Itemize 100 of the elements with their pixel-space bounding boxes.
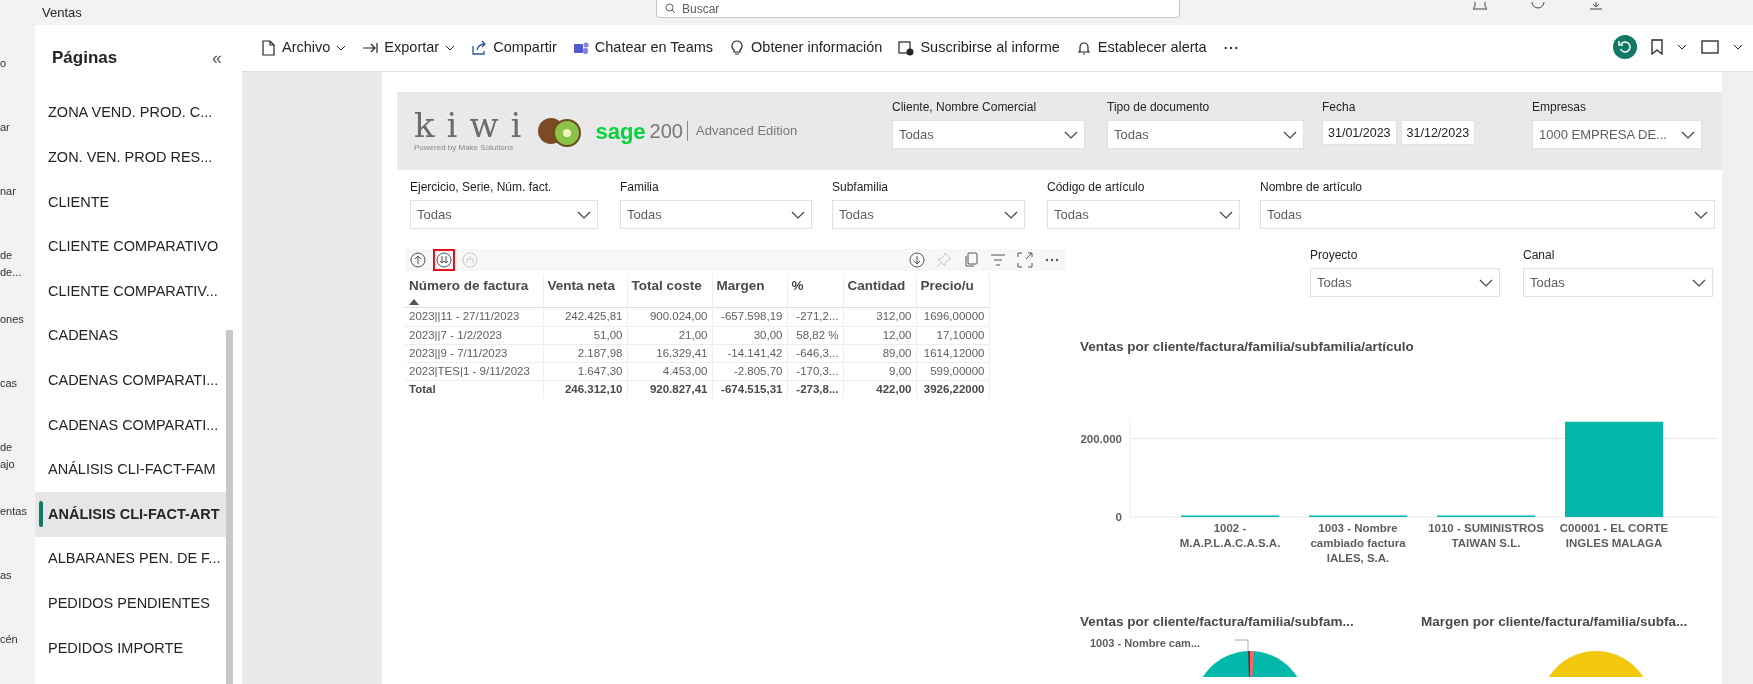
axis-category-label: C00001 - EL CORTE INGLES MALAGA bbox=[1558, 521, 1670, 552]
chevron-icon[interactable] bbox=[577, 210, 591, 219]
toolbar-button[interactable]: Chatear en Teams bbox=[564, 37, 722, 59]
axis-category-label: 1010 - SUMINISTROS TAIWAN S.L. bbox=[1427, 521, 1545, 552]
nav-label[interactable]: cén bbox=[0, 631, 35, 648]
table-cell: 9,00 bbox=[843, 362, 916, 381]
nav-label[interactable]: ajo bbox=[0, 456, 35, 473]
table-cell: 2.187,98 bbox=[543, 344, 627, 363]
toolbar-button[interactable]: Compartir bbox=[463, 37, 565, 59]
workspace-name[interactable]: Ventas bbox=[42, 2, 82, 23]
page-tab[interactable]: ZONA VEND. PROD. C... bbox=[35, 91, 228, 136]
total-cell: 246.312,10 bbox=[543, 380, 627, 399]
logo-wordmark: kiwi bbox=[414, 108, 534, 142]
table-cell: 12,00 bbox=[843, 326, 916, 345]
page-tab[interactable]: CLIENTE bbox=[35, 180, 228, 225]
column-header[interactable]: Número de factura bbox=[405, 274, 543, 308]
nav-label[interactable]: o bbox=[0, 55, 35, 72]
nav-label[interactable]: de... bbox=[0, 264, 35, 281]
column-header[interactable]: Margen bbox=[712, 274, 787, 308]
table-cell: 17,10000 bbox=[916, 326, 989, 345]
scrollbar-thumb[interactable] bbox=[226, 330, 233, 684]
chevron-icon[interactable] bbox=[1064, 130, 1078, 139]
nav-label[interactable]: as bbox=[0, 567, 35, 584]
chart-title: Ventas por cliente/factura/familia/subfam... bbox=[1080, 613, 1355, 632]
more-button[interactable]: ⋯ bbox=[1214, 36, 1247, 60]
chat-icon bbox=[572, 40, 589, 56]
nav-label[interactable]: entas bbox=[0, 503, 35, 520]
dropdown-field[interactable]: 1000 EMPRESA DE... bbox=[1532, 120, 1702, 149]
page-tab[interactable]: PEDIDOS PENDIENTES bbox=[35, 581, 228, 627]
chevron-icon[interactable] bbox=[1219, 210, 1233, 219]
total-cell: 422,00 bbox=[843, 380, 916, 399]
chevron-icon[interactable] bbox=[1479, 278, 1493, 287]
dropdown-field[interactable]: Todas bbox=[620, 200, 812, 229]
page-tab[interactable]: ANÁLISIS CLI-FACT-ART bbox=[35, 492, 228, 537]
caret-icon[interactable] bbox=[1677, 44, 1687, 50]
table-cell: 2023||9 - 7/11/2023 bbox=[405, 344, 543, 363]
scrollbar-track[interactable] bbox=[1722, 72, 1753, 684]
chevron-icon[interactable] bbox=[1004, 210, 1018, 219]
table-cell: -170,3... bbox=[787, 362, 843, 381]
slicer-label: Código de artículo bbox=[1047, 179, 1146, 196]
brand-logo: sage bbox=[595, 117, 646, 146]
bookmark-icon[interactable] bbox=[1651, 39, 1663, 55]
search-icon bbox=[665, 3, 676, 14]
chevron-icon[interactable] bbox=[1283, 130, 1297, 139]
chevron-icon[interactable] bbox=[791, 210, 805, 219]
chevron-icon[interactable] bbox=[1694, 210, 1708, 219]
page-tab[interactable]: ANÁLISIS CLI-FACT-FAM bbox=[35, 447, 228, 493]
toolbar-button[interactable]: Exportar bbox=[354, 37, 464, 59]
page-tab[interactable]: PEDIDOS IMPORTE bbox=[35, 626, 228, 671]
nav-label[interactable]: de bbox=[0, 247, 35, 264]
column-header[interactable]: Precio/u bbox=[916, 274, 989, 308]
toolbar-button[interactable]: Archivo bbox=[252, 37, 355, 59]
table-cell: 900.024,00 bbox=[627, 307, 712, 326]
expand-icon[interactable] bbox=[1017, 252, 1033, 268]
column-header[interactable]: Cantidad bbox=[843, 274, 916, 308]
refresh-icon[interactable] bbox=[1613, 35, 1637, 59]
nav-label[interactable]: nar bbox=[0, 183, 35, 200]
dropdown-field[interactable]: Todas bbox=[1107, 120, 1304, 149]
table-cell: -271,2... bbox=[787, 307, 843, 326]
table-cell: -14.141,42 bbox=[712, 344, 787, 363]
nav-label[interactable]: cas bbox=[0, 375, 35, 392]
total-cell: 920.827,41 bbox=[627, 380, 712, 399]
page-tab[interactable]: CLIENTE COMPARATIV... bbox=[35, 269, 228, 314]
dropdown-field[interactable]: Todas bbox=[832, 200, 1025, 229]
dropdown-field[interactable]: Todas bbox=[892, 120, 1085, 149]
date-field[interactable]: 31/12/2023 bbox=[1400, 120, 1476, 145]
chevron-icon[interactable] bbox=[1692, 278, 1706, 287]
nav-label[interactable]: ar bbox=[0, 119, 35, 136]
caret-icon[interactable] bbox=[1733, 44, 1743, 50]
nav-label[interactable]: ones bbox=[0, 311, 35, 328]
page-tab[interactable]: ALBARANES PEN. DE F... bbox=[35, 536, 228, 582]
version-label: 200 bbox=[649, 119, 683, 144]
table-cell: 1614,12000 bbox=[916, 344, 989, 363]
dropdown-field[interactable]: Todas bbox=[410, 200, 598, 229]
toolbar-button[interactable]: Establecer alerta bbox=[1067, 37, 1215, 59]
page-tab[interactable]: CADENAS COMPARATI... bbox=[35, 358, 228, 404]
download-icon[interactable] bbox=[1589, 2, 1603, 10]
dropdown-field[interactable]: Todas bbox=[1523, 268, 1713, 297]
nav-label[interactable]: de bbox=[0, 439, 35, 456]
dropdown-field[interactable]: Todas bbox=[1047, 200, 1240, 229]
page-tab[interactable]: CADENAS COMPARATI... bbox=[35, 403, 228, 448]
toolbar-button[interactable]: Obtener información bbox=[721, 37, 891, 59]
column-header[interactable]: % bbox=[787, 274, 843, 308]
dropdown-field[interactable]: Todas bbox=[1260, 200, 1715, 229]
search-field[interactable]: Buscar bbox=[656, 0, 1180, 18]
table-cell: 21,00 bbox=[627, 326, 712, 345]
toolbar-button[interactable]: Suscribirse al informe bbox=[890, 37, 1068, 59]
date-field[interactable]: 31/01/2023 bbox=[1322, 120, 1397, 145]
page-tab[interactable]: CADENAS bbox=[35, 313, 228, 359]
window-icon[interactable] bbox=[1701, 40, 1719, 54]
column-header[interactable]: Venta neta bbox=[543, 274, 627, 308]
slicer-label: Nombre de artículo bbox=[1260, 179, 1364, 196]
leader-line bbox=[1235, 638, 1249, 651]
column-header[interactable]: Total coste bbox=[627, 274, 712, 308]
dropdown-field[interactable]: Todas bbox=[1310, 268, 1500, 297]
collapse-button[interactable]: « bbox=[212, 44, 222, 72]
table-cell: 312,00 bbox=[843, 307, 916, 326]
chevron-icon[interactable] bbox=[1681, 130, 1695, 139]
page-tab[interactable]: ZON. VEN. PROD RES... bbox=[35, 135, 228, 181]
page-tab[interactable]: CLIENTE COMPARATIVO bbox=[35, 224, 228, 270]
